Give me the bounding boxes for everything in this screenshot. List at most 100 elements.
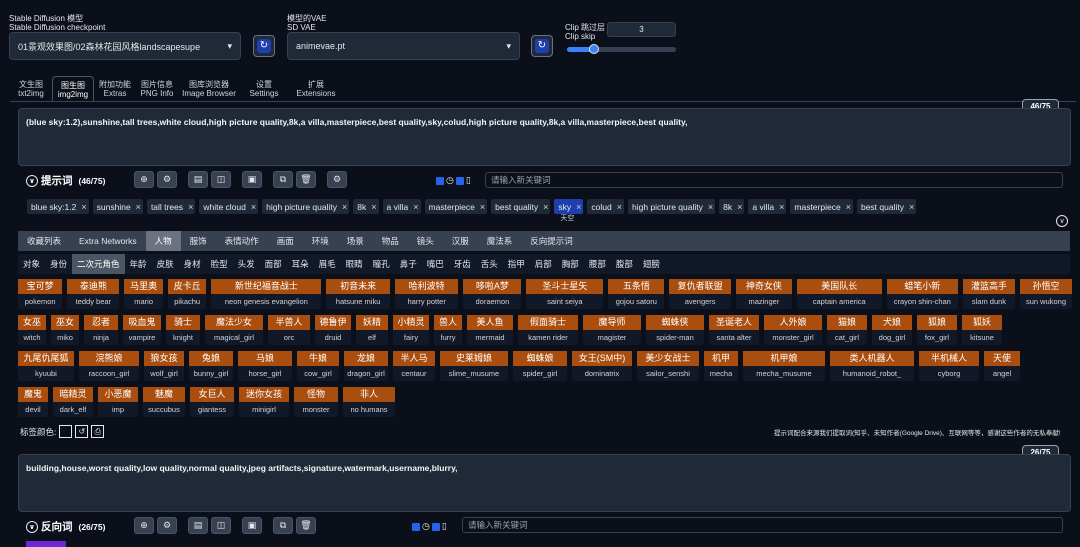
character-tag[interactable]: 机甲 mecha [704,351,738,381]
character-tag[interactable]: 九尾仇尾狐 kyuubi [18,351,74,381]
tag-chip[interactable]: masterpiece × [790,199,853,214]
tag-chip[interactable]: masterpiece × [424,199,488,214]
globe-icon[interactable]: ⊕ [134,517,154,534]
keyword-input[interactable]: 请输入新关键词 [485,172,1063,188]
bookmark-icon[interactable]: ◫ [211,171,231,188]
checkbox-icon[interactable] [412,522,420,531]
globe-icon[interactable]: ⊕ [134,171,154,188]
character-tag[interactable]: 德鲁伊 druid [315,315,351,345]
character-tag[interactable]: 狐娘 fox_girl [917,315,957,345]
close-icon[interactable]: × [342,202,347,212]
character-tag[interactable]: 猫娘 cat_girl [827,315,867,345]
character-tag[interactable]: 新世纪福音战士 neon genesis evangelion [211,279,322,309]
character-tag[interactable]: 狐妖 kitsune [962,315,1002,345]
character-tag[interactable]: 复仇者联盟 avengers [669,279,731,309]
tab-extras[interactable]: 附加功能 Extras [94,76,136,102]
subcategory-tab-active[interactable]: 二次元角色 [72,254,125,274]
character-tag[interactable]: 美人鱼 mermaid [467,315,513,345]
character-tag[interactable]: 半人马 centaur [393,351,435,381]
character-tag[interactable]: 马娘 horse_girl [238,351,292,381]
character-tag[interactable]: 泰迪熊 teddy bear [67,279,120,309]
character-tag[interactable]: 非人 no humans [343,387,395,417]
close-icon[interactable]: × [81,202,86,212]
category-tab[interactable]: Extra Networks [70,231,146,251]
tab-txt2img[interactable]: 文生图 txt2img [10,76,52,102]
tab-img2img[interactable]: 图生图 img2img [52,76,94,102]
character-tag[interactable]: 宝可梦 pokemon [18,279,63,309]
model-refresh-button[interactable]: ↻ [253,35,275,57]
checkbox-icon[interactable] [431,522,440,531]
character-tag[interactable]: 天使 angel [984,351,1020,381]
close-icon[interactable]: × [779,202,784,212]
subcategory-tab[interactable]: 指甲 [503,254,530,274]
character-tag[interactable]: 妖精 elf [356,315,388,345]
character-tag[interactable]: 浣熊娘 raccoon_girl [79,351,139,381]
tab-image-browser[interactable]: 图库浏览器 Image Browser [178,76,240,102]
subcategory-tab[interactable]: 身材 [179,254,206,274]
character-tag[interactable]: 神奇女侠 mazinger [735,279,792,309]
tag-chip[interactable]: 8k × [719,199,745,214]
close-icon[interactable]: × [543,202,548,212]
close-icon[interactable]: × [846,202,851,212]
close-icon[interactable]: × [617,202,622,212]
bookmark-icon[interactable]: ◫ [211,517,231,534]
character-tag[interactable]: 史莱姆娘 slime_musume [440,351,508,381]
subcategory-tab[interactable]: 眉毛 [314,254,341,274]
prompt-section-header[interactable]: ∨ 提示词 (46/75) [26,173,105,188]
subcategory-tab[interactable]: 翅膀 [638,254,665,274]
tag-chip[interactable]: high picture quality × [627,199,716,214]
negative-section-header[interactable]: ∨ 反向词 (26/75) [26,519,105,534]
subcategory-tab[interactable]: 嘴巴 [422,254,449,274]
close-icon[interactable]: × [413,202,418,212]
subcategory-tab[interactable]: 对象 [18,254,45,274]
clip-skip-input[interactable]: 3 [607,22,676,37]
character-tag[interactable]: 哈利波特 harry potter [394,279,459,309]
character-tag[interactable]: 魔鬼 devil [18,387,48,417]
subcategory-tab[interactable]: 肩部 [530,254,557,274]
category-tab[interactable]: 画面 [268,231,303,251]
subcategory-tab[interactable]: 胸部 [557,254,584,274]
category-tab[interactable]: 镜头 [408,231,443,251]
character-tag[interactable]: 五条悟 gojou satoru [608,279,665,309]
reset-icon[interactable]: ↺ [75,425,89,438]
panel-icon[interactable]: ▯ [442,521,447,532]
expand-icon[interactable]: ∨ [1056,215,1068,227]
close-icon[interactable]: × [188,202,193,212]
subcategory-tab[interactable]: 身份 [45,254,72,274]
history-icon[interactable]: ▤ [188,171,208,188]
character-tag[interactable]: 犬娘 dog_girl [872,315,912,345]
tab-settings[interactable]: 设置 Settings [240,76,288,102]
subcategory-tab[interactable]: 眼睛 [341,254,368,274]
category-tab[interactable]: 魔法系 [478,231,522,251]
character-tag[interactable]: 初音未来 hatsune miku [326,279,390,309]
character-tag[interactable]: 迷你女孩 minigirl [239,387,289,417]
save-icon[interactable]: ⎙ [91,425,105,438]
copy-icon[interactable]: ⧉ [273,517,293,534]
subcategory-tab[interactable]: 舌头 [476,254,503,274]
negative-prompt-textarea[interactable]: building,house,worst quality,low quality… [18,454,1071,512]
trash-icon[interactable]: 🗑 [296,171,316,188]
category-tab[interactable]: 场景 [338,231,373,251]
character-tag[interactable]: 魔法少女 magical_girl [205,315,263,345]
character-tag[interactable]: 牛娘 cow_girl [297,351,339,381]
character-tag[interactable]: 暗精灵 dark_elf [53,387,93,417]
character-tag[interactable]: 小精灵 fairy [393,315,429,345]
close-icon[interactable]: × [136,202,141,212]
character-tag[interactable]: 半兽人 orc [268,315,310,345]
tag-chip[interactable]: 8k × [353,199,379,214]
prompt-textarea[interactable]: (blue sky:1.2),sunshine,tall trees,white… [18,108,1071,166]
character-tag[interactable]: 龙娘 dragon_girl [344,351,388,381]
close-icon[interactable]: × [909,202,914,212]
tag-chip[interactable]: colud × [587,199,624,214]
character-tag[interactable]: 美国队长 captain america [796,279,882,309]
trash-icon[interactable]: 🗑 [296,517,316,534]
character-tag[interactable]: 骑士 knight [166,315,200,345]
subcategory-tab[interactable]: 面部 [260,254,287,274]
character-tag[interactable]: 蜡笔小新 crayon shin-chan [886,279,958,309]
subcategory-tab[interactable]: 鼻子 [395,254,422,274]
checkbox-icon[interactable] [436,176,444,185]
subcategory-tab[interactable]: 皮肤 [152,254,179,274]
settings-icon[interactable]: ⚙ [327,171,347,188]
image-icon[interactable]: ▣ [242,517,262,534]
tab-png-info[interactable]: 图片信息 PNG Info [136,76,178,102]
